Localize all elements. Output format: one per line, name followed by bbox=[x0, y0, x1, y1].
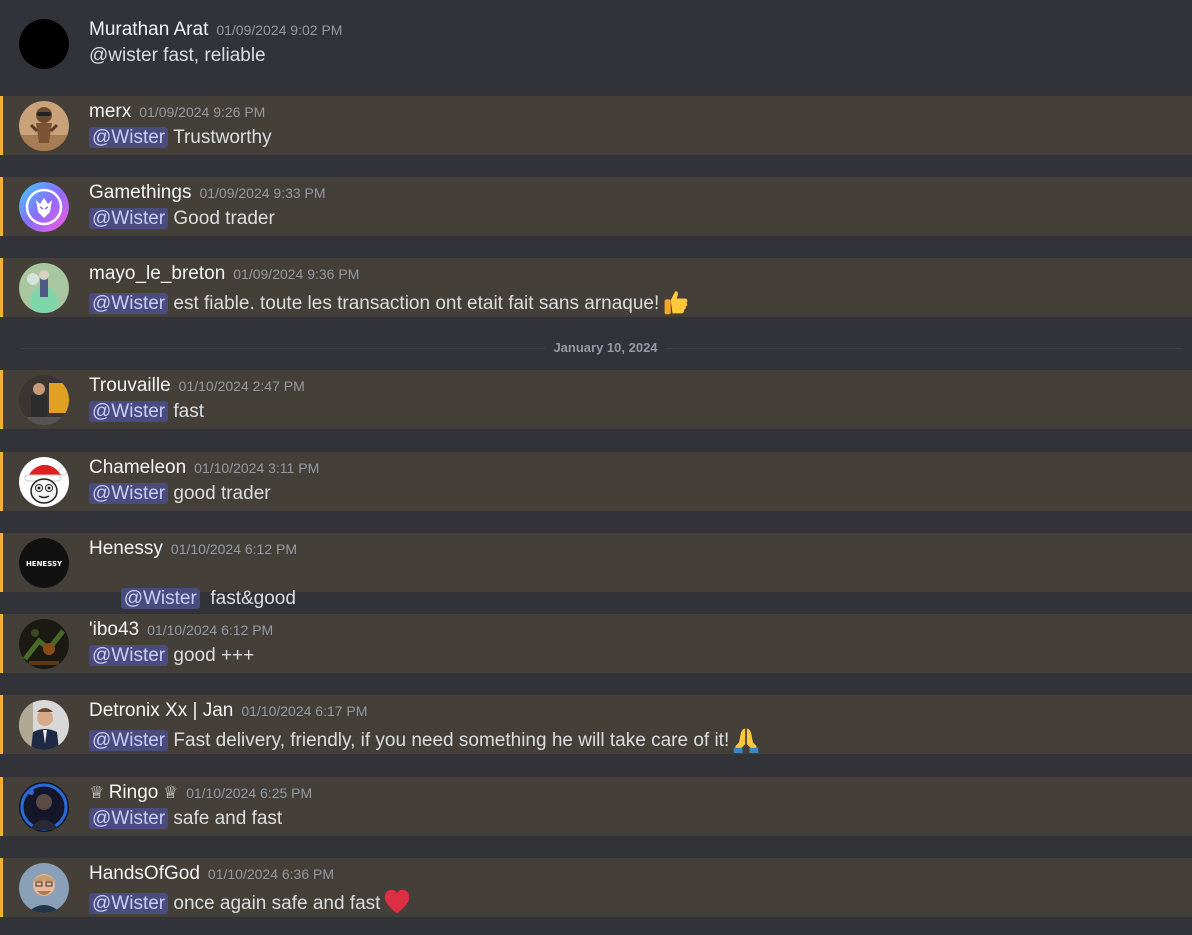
timestamp: 01/10/2024 6:17 PM bbox=[241, 703, 368, 719]
avatar[interactable] bbox=[19, 863, 69, 913]
message-item[interactable]: Detronix Xx | Jan 01/10/2024 6:17 PM @Wis… bbox=[0, 695, 1192, 754]
thumbs-up-emoji bbox=[664, 291, 688, 315]
message-item[interactable]: Trouvaille 01/10/2024 2:47 PM @Wister fas… bbox=[0, 370, 1192, 429]
red-heart-emoji bbox=[385, 889, 410, 914]
avatar[interactable] bbox=[19, 457, 69, 507]
user-mention[interactable]: @Wister bbox=[89, 208, 169, 229]
author-name[interactable]: Chameleon bbox=[89, 457, 186, 478]
user-mention[interactable]: @Wister bbox=[89, 808, 169, 829]
message-item[interactable]: HandsOfGod 01/10/2024 6:36 PM @Wister onc… bbox=[0, 858, 1192, 917]
avatar[interactable] bbox=[19, 375, 69, 425]
avatar[interactable] bbox=[19, 782, 69, 832]
message-item[interactable]: ♕ Ringo ♕ 01/10/2024 6:25 PM @Wister safe… bbox=[0, 777, 1192, 836]
author-name[interactable]: Henessy bbox=[89, 538, 163, 559]
message-text: Fast delivery, friendly, if you need som… bbox=[173, 730, 730, 751]
message-text: Trustworthy bbox=[173, 127, 272, 148]
avatar[interactable]: HENESSY bbox=[19, 538, 69, 588]
avatar[interactable] bbox=[19, 619, 69, 669]
timestamp: 01/10/2024 3:11 PM bbox=[194, 460, 320, 476]
user-mention[interactable]: @Wister bbox=[89, 401, 169, 422]
folded-hands-emoji bbox=[734, 728, 759, 753]
message-text: safe and fast bbox=[173, 808, 283, 829]
message-text: est fiable. toute les transaction ont et… bbox=[173, 293, 660, 314]
author-name[interactable]: Detronix Xx | Jan bbox=[89, 700, 233, 721]
author-name[interactable]: 'ibo43 bbox=[89, 619, 139, 640]
message-list: Murathan Arat 01/09/2024 9:02 PM @wister … bbox=[0, 0, 1192, 935]
message-item[interactable]: merx 01/09/2024 9:26 PM @Wister Trustwort… bbox=[0, 96, 1192, 155]
timestamp: 01/10/2024 6:36 PM bbox=[207, 866, 335, 882]
user-mention[interactable]: @Wister bbox=[89, 730, 169, 751]
author-name[interactable]: Gamethings bbox=[89, 182, 191, 203]
user-mention[interactable]: @Wister bbox=[89, 645, 169, 666]
avatar[interactable] bbox=[19, 700, 69, 750]
user-mention[interactable]: @Wister bbox=[89, 127, 169, 148]
user-mention[interactable]: @Wister bbox=[89, 483, 169, 504]
message-text: Good trader bbox=[173, 208, 275, 229]
message-text: fast bbox=[173, 401, 205, 422]
message-text: good +++ bbox=[173, 645, 255, 666]
author-name[interactable]: mayo_le_breton bbox=[89, 263, 225, 284]
author-name[interactable]: HandsOfGod bbox=[89, 863, 200, 884]
date-divider: January 10, 2024 bbox=[0, 340, 1192, 356]
crown-icon: ♕ bbox=[89, 783, 105, 802]
timestamp: 01/09/2024 9:02 PM bbox=[216, 22, 343, 38]
message-text: @wister fast, reliable bbox=[89, 45, 266, 66]
message-text: once again safe and fast bbox=[173, 893, 381, 914]
timestamp: 01/10/2024 2:47 PM bbox=[178, 378, 305, 394]
avatar[interactable] bbox=[19, 263, 69, 313]
timestamp: 01/10/2024 6:12 PM bbox=[170, 541, 298, 557]
timestamp: 01/09/2024 9:33 PM bbox=[199, 185, 326, 201]
message-item[interactable]: Chameleon 01/10/2024 3:11 PM @Wister good… bbox=[0, 452, 1192, 511]
message-item[interactable]: 'ibo43 01/10/2024 6:12 PM @Wister good ++… bbox=[0, 614, 1192, 673]
avatar-logo-text: HENESSY bbox=[26, 560, 63, 568]
timestamp: 01/09/2024 9:26 PM bbox=[139, 104, 266, 120]
avatar[interactable] bbox=[19, 101, 69, 151]
user-mention[interactable]: @Wister bbox=[89, 893, 169, 914]
timestamp: 01/10/2024 6:25 PM bbox=[186, 785, 313, 801]
message-item[interactable]: Murathan Arat 01/09/2024 9:02 PM @wister … bbox=[0, 14, 1192, 73]
avatar[interactable] bbox=[19, 182, 69, 232]
message-text: good trader bbox=[173, 483, 271, 504]
date-divider-label: January 10, 2024 bbox=[545, 340, 666, 355]
user-mention[interactable]: @Wister bbox=[120, 588, 200, 609]
timestamp: 01/09/2024 9:36 PM bbox=[233, 266, 360, 282]
timestamp: 01/10/2024 6:12 PM bbox=[147, 622, 274, 638]
author-name[interactable]: Trouvaille bbox=[89, 375, 171, 396]
author-name[interactable]: Ringo bbox=[109, 782, 159, 803]
crown-icon: ♕ bbox=[162, 783, 179, 802]
message-text: fast&good bbox=[205, 588, 296, 609]
message-item[interactable]: Gamethings 01/09/2024 9:33 PM @Wister Goo… bbox=[0, 177, 1192, 236]
message-item[interactable]: mayo_le_breton 01/09/2024 9:36 PM @Wister… bbox=[0, 258, 1192, 317]
message-item[interactable]: HENESSY Henessy 01/10/2024 6:12 PM @Wiste… bbox=[0, 533, 1192, 609]
author-name[interactable]: Murathan Arat bbox=[89, 19, 208, 40]
avatar[interactable] bbox=[19, 19, 69, 69]
user-mention[interactable]: @Wister bbox=[89, 293, 169, 314]
author-name[interactable]: merx bbox=[89, 101, 131, 122]
